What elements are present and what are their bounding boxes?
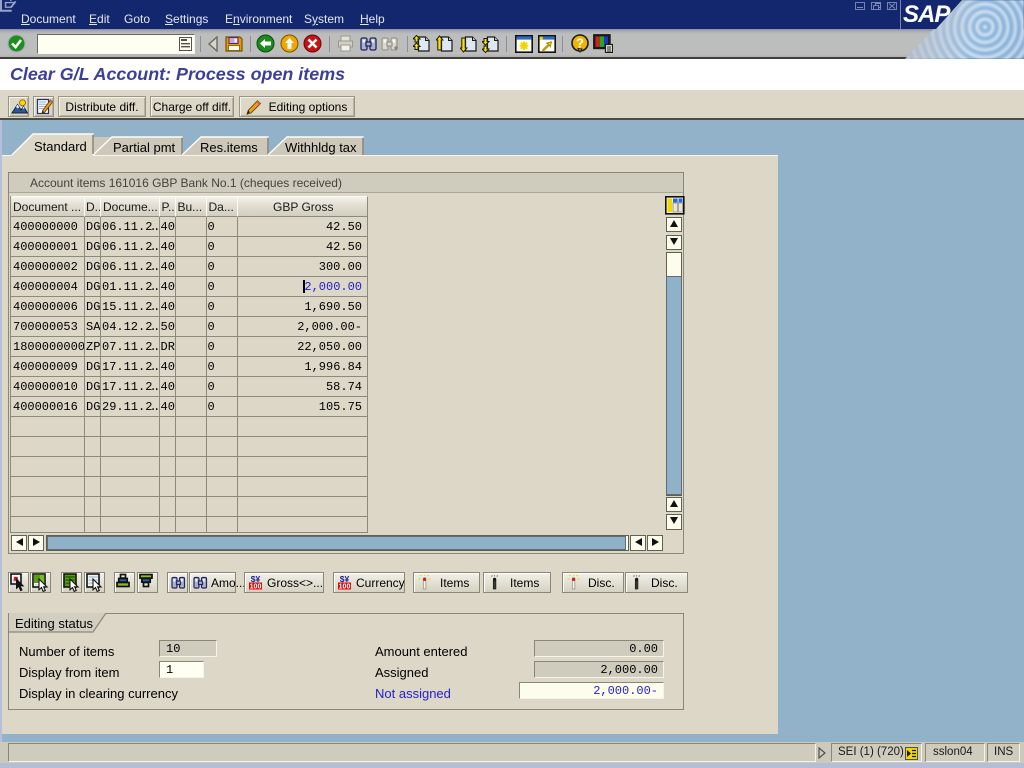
svg-text:100: 100 (339, 583, 351, 590)
svg-text:100: 100 (250, 583, 262, 590)
svg-text:?: ? (576, 36, 584, 51)
